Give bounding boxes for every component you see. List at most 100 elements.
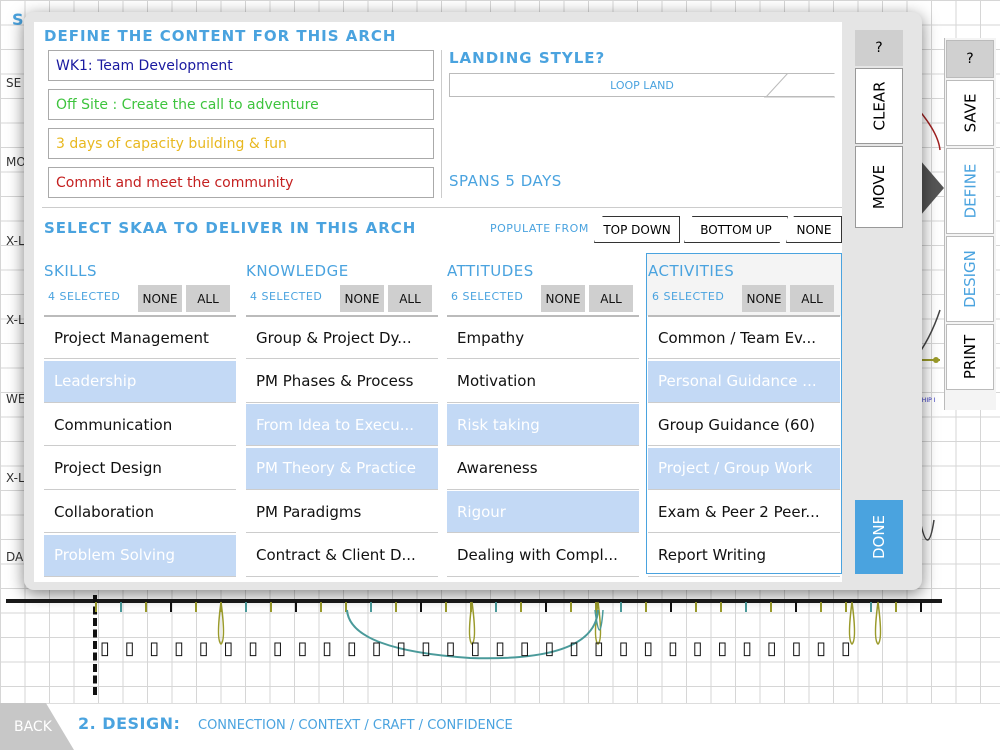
- skaa-list-item[interactable]: Project Management: [44, 317, 236, 359]
- skaa-list-item[interactable]: Collaboration: [44, 491, 236, 533]
- landing-style-title: LANDING STYLE?: [449, 49, 606, 67]
- day-box[interactable]: ▯: [298, 638, 308, 659]
- skaa-list-item[interactable]: Report Writing: [648, 535, 840, 577]
- day-box[interactable]: ▯: [792, 638, 802, 659]
- design-step-title: 2. DESIGN:: [78, 714, 181, 733]
- content-field-description[interactable]: 3 days of capacity building & fun: [48, 128, 434, 159]
- day-box[interactable]: ▯: [446, 638, 456, 659]
- move-label: MOVE: [869, 164, 888, 210]
- skaa-list-item[interactable]: PM Phases & Process: [246, 361, 438, 403]
- skaa-list-item[interactable]: Common / Team Ev...: [648, 317, 840, 359]
- modal-help-button[interactable]: ?: [855, 30, 903, 66]
- content-field-title[interactable]: WK1: Team Development: [48, 50, 434, 81]
- done-button[interactable]: DONE: [855, 500, 903, 574]
- print-tab-label: PRINT: [961, 334, 979, 380]
- select-none-button[interactable]: NONE: [541, 285, 585, 312]
- day-box[interactable]: ▯: [545, 638, 555, 659]
- define-tab-button[interactable]: DEFINE: [946, 148, 994, 234]
- save-tab-button[interactable]: SAVE: [946, 80, 994, 146]
- skaa-list-item[interactable]: Exam & Peer 2 Peer...: [648, 491, 840, 533]
- skaa-list-item[interactable]: Group & Project Dy...: [246, 317, 438, 359]
- row-label: X-L: [6, 471, 25, 485]
- select-all-button[interactable]: ALL: [790, 285, 834, 312]
- select-none-button[interactable]: NONE: [340, 285, 384, 312]
- row-label: WE: [6, 392, 26, 406]
- day-box[interactable]: ▯: [594, 638, 604, 659]
- day-box[interactable]: ▯: [347, 638, 357, 659]
- content-field-outcome[interactable]: Commit and meet the community: [48, 167, 434, 198]
- skaa-list-item[interactable]: Awareness: [447, 448, 639, 490]
- print-tab-button[interactable]: PRINT: [946, 324, 994, 390]
- select-all-button[interactable]: ALL: [186, 285, 230, 312]
- day-box[interactable]: ▯: [322, 638, 332, 659]
- day-box[interactable]: ▯: [643, 638, 653, 659]
- skaa-list-item[interactable]: Project / Group Work: [648, 447, 840, 490]
- select-none-button[interactable]: NONE: [138, 285, 182, 312]
- day-box[interactable]: ▯: [421, 638, 431, 659]
- day-box[interactable]: ▯: [767, 638, 777, 659]
- skaa-list-item[interactable]: Group Guidance (60): [648, 404, 840, 446]
- day-box[interactable]: ▯: [841, 638, 851, 659]
- skaa-list-item[interactable]: Risk taking: [447, 404, 639, 446]
- day-box[interactable]: ▯: [520, 638, 530, 659]
- column-selected-count: 4 SELECTED: [48, 290, 121, 303]
- row-label: SE: [6, 76, 22, 90]
- move-button[interactable]: MOVE: [855, 146, 903, 228]
- design-tab-button[interactable]: DESIGN: [946, 236, 994, 322]
- day-box[interactable]: ▯: [199, 638, 209, 659]
- skaa-list-item[interactable]: Empathy: [447, 317, 639, 359]
- column-selected-count: 6 SELECTED: [451, 290, 524, 303]
- skaa-list-item[interactable]: Problem Solving: [44, 534, 236, 577]
- select-all-button[interactable]: ALL: [388, 285, 432, 312]
- skaa-list-item[interactable]: Communication: [44, 404, 236, 446]
- clear-button[interactable]: CLEAR: [855, 68, 903, 144]
- skaa-list-item[interactable]: Project Design: [44, 448, 236, 490]
- populate-bottom-up-button[interactable]: BOTTOM UP: [684, 216, 788, 243]
- save-tab-label: SAVE: [961, 93, 979, 133]
- skaa-list-item[interactable]: Dealing with Compl...: [447, 535, 639, 577]
- select-none-button[interactable]: NONE: [742, 285, 786, 312]
- day-box[interactable]: ▯: [224, 638, 234, 659]
- skaa-list-item[interactable]: Leadership: [44, 360, 236, 403]
- done-label: DONE: [870, 514, 888, 560]
- row-label: X-L: [6, 313, 25, 327]
- skaa-list-item[interactable]: PM Paradigms: [246, 491, 438, 533]
- day-box[interactable]: ▯: [273, 638, 283, 659]
- day-box[interactable]: ▯: [471, 638, 481, 659]
- column-header-0: SKILLS: [44, 262, 98, 280]
- day-box[interactable]: ▯: [100, 638, 110, 659]
- design-tab-label: DESIGN: [961, 250, 980, 308]
- populate-none-button[interactable]: NONE: [786, 216, 842, 243]
- column-selected-count: 4 SELECTED: [250, 290, 323, 303]
- day-box[interactable]: ▯: [372, 638, 382, 659]
- dark-drop: [919, 519, 935, 541]
- day-box[interactable]: ▯: [569, 638, 579, 659]
- skaa-list-item[interactable]: Motivation: [447, 361, 639, 403]
- landing-style-value: LOOP LAND: [610, 78, 674, 92]
- select-all-button[interactable]: ALL: [589, 285, 633, 312]
- day-box[interactable]: ▯: [396, 638, 406, 659]
- day-box[interactable]: ▯: [149, 638, 159, 659]
- populate-top-down-button[interactable]: TOP DOWN: [594, 216, 680, 243]
- skaa-list-item[interactable]: From Idea to Execu...: [246, 404, 438, 446]
- day-box[interactable]: ▯: [816, 638, 826, 659]
- day-box[interactable]: ▯: [742, 638, 752, 659]
- day-box[interactable]: ▯: [495, 638, 505, 659]
- day-box[interactable]: ▯: [693, 638, 703, 659]
- help-tab-button[interactable]: ?: [946, 40, 994, 78]
- day-box[interactable]: ▯: [718, 638, 728, 659]
- skaa-list-item[interactable]: Rigour: [447, 491, 639, 533]
- skaa-list-item[interactable]: Personal Guidance ...: [648, 360, 840, 403]
- content-divider: [441, 50, 442, 198]
- day-box[interactable]: ▯: [125, 638, 135, 659]
- day-box[interactable]: ▯: [668, 638, 678, 659]
- skaa-list-item[interactable]: Contract & Client D...: [246, 535, 438, 577]
- day-box[interactable]: ▯: [174, 638, 184, 659]
- day-box[interactable]: ▯: [619, 638, 629, 659]
- content-section-title: DEFINE THE CONTENT FOR THIS ARCH: [44, 27, 397, 45]
- day-box[interactable]: ▯: [248, 638, 258, 659]
- clear-label: CLEAR: [870, 81, 888, 131]
- skaa-list-item[interactable]: PM Theory & Practice: [246, 447, 438, 490]
- row-label: DA: [6, 550, 24, 564]
- content-field-subtitle[interactable]: Off Site : Create the call to adventure: [48, 89, 434, 120]
